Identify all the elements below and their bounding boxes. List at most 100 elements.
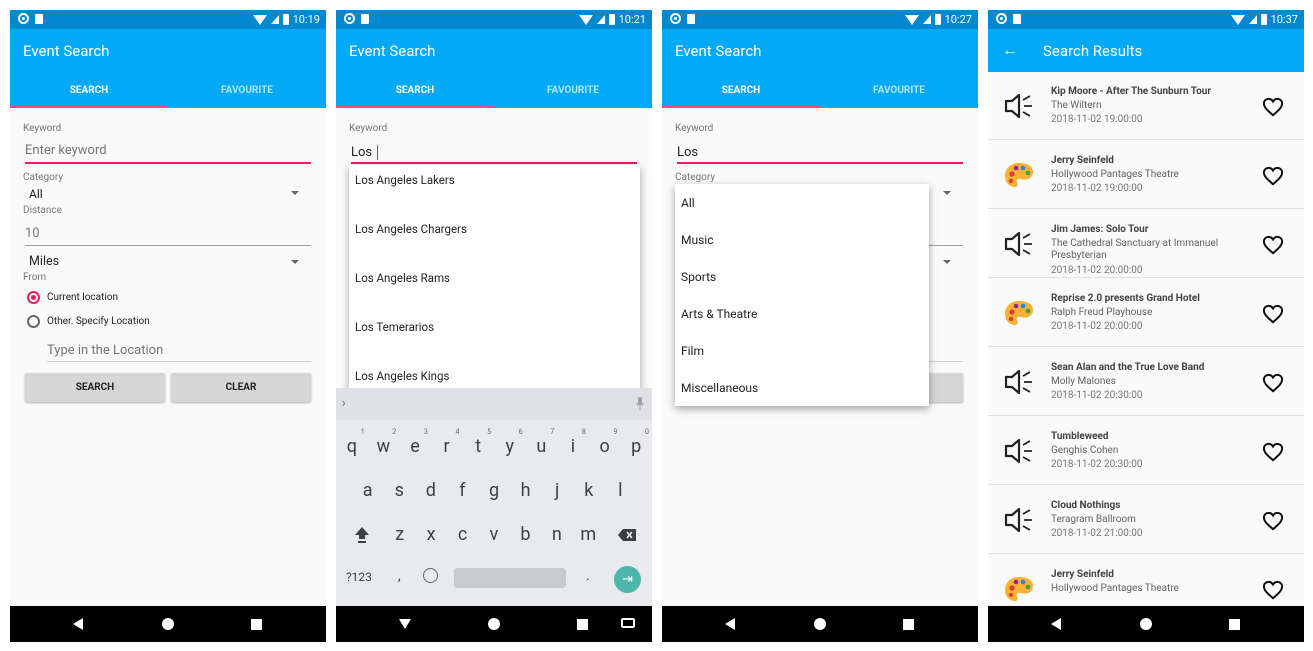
units-select[interactable]: Miles xyxy=(29,254,59,269)
tab-search[interactable]: SEARCH xyxy=(10,85,168,96)
keyboard-suggestion-bar: › xyxy=(336,388,652,420)
recents-icon[interactable] xyxy=(577,619,588,630)
key[interactable]: 4r xyxy=(431,428,463,457)
event-date: 2018-11-02 20:30:00 xyxy=(1051,390,1143,401)
backspace-icon[interactable] xyxy=(618,529,636,541)
key[interactable]: x xyxy=(415,524,446,545)
search-button[interactable]: SEARCH xyxy=(25,373,165,402)
period-key[interactable]: . xyxy=(586,568,590,584)
result-row[interactable]: Tumbleweed Genghis Cohen 2018-11-02 20:30:… xyxy=(988,417,1304,485)
key[interactable]: k xyxy=(573,480,605,501)
keyword-input[interactable]: Los xyxy=(351,145,372,160)
back-icon[interactable] xyxy=(725,618,735,630)
key[interactable]: z xyxy=(384,524,415,545)
category-option[interactable]: Music xyxy=(681,233,713,247)
key[interactable]: 9o xyxy=(589,428,621,457)
tab-bar: SEARCH FAVOURITE xyxy=(10,72,326,108)
location-input[interactable] xyxy=(47,343,311,358)
keyboard-switch-icon[interactable] xyxy=(621,618,635,628)
comma-key[interactable]: , xyxy=(398,568,401,584)
result-row[interactable]: Sean Alan and the True Love Band Molly Ma… xyxy=(988,348,1304,416)
shift-icon[interactable] xyxy=(354,526,370,544)
recents-icon[interactable] xyxy=(251,619,262,630)
favorite-heart-icon[interactable] xyxy=(1262,97,1284,117)
other-location-radio[interactable] xyxy=(27,315,40,328)
distance-input[interactable] xyxy=(25,226,311,241)
autocomplete-item[interactable]: Los Angeles Rams xyxy=(355,271,450,285)
tab-favourite[interactable]: FAVOURITE xyxy=(168,85,326,96)
back-arrow-icon[interactable]: ← xyxy=(1002,40,1018,60)
home-icon[interactable] xyxy=(488,618,500,630)
back-icon[interactable] xyxy=(73,618,83,630)
current-location-radio[interactable] xyxy=(27,291,40,304)
key[interactable]: 2w xyxy=(368,428,400,457)
favorite-heart-icon[interactable] xyxy=(1262,511,1284,531)
app-bar: Event Search xyxy=(662,29,978,72)
space-bar[interactable] xyxy=(454,568,566,588)
favorite-heart-icon[interactable] xyxy=(1262,442,1284,462)
tab-search[interactable]: SEARCH xyxy=(662,85,820,96)
tab-favourite[interactable]: FAVOURITE xyxy=(494,85,652,96)
key[interactable]: 8i xyxy=(557,428,589,457)
key[interactable]: v xyxy=(478,524,509,545)
category-option[interactable]: Miscellaneous xyxy=(681,381,758,395)
key[interactable]: s xyxy=(383,480,415,501)
chevron-right-icon[interactable]: › xyxy=(342,396,346,410)
autocomplete-dropdown: Los Angeles Lakers Los Angeles Chargers … xyxy=(349,165,640,389)
key[interactable]: d xyxy=(415,480,447,501)
category-option[interactable]: Sports xyxy=(681,270,716,284)
key[interactable]: 1q xyxy=(336,428,368,457)
result-row[interactable]: Jim James: Solo Tour The Cathedral Sanctu… xyxy=(988,210,1304,278)
key[interactable]: g xyxy=(478,480,510,501)
favorite-heart-icon[interactable] xyxy=(1262,304,1284,324)
result-row[interactable]: Cloud Nothings Teragram Ballroom 2018-11-0… xyxy=(988,486,1304,554)
key[interactable]: j xyxy=(541,480,573,501)
emoji-icon[interactable] xyxy=(423,568,438,583)
home-icon[interactable] xyxy=(162,618,174,630)
autocomplete-item[interactable]: Los Angeles Lakers xyxy=(355,173,455,187)
key[interactable]: 6y xyxy=(494,428,526,457)
key[interactable]: c xyxy=(447,524,478,545)
favorite-heart-icon[interactable] xyxy=(1262,580,1284,600)
next-key-icon[interactable]: ⇥ xyxy=(614,566,641,593)
key[interactable]: l xyxy=(605,480,637,501)
category-select[interactable]: All xyxy=(29,187,43,201)
back-icon[interactable] xyxy=(1051,618,1061,630)
key[interactable]: f xyxy=(447,480,479,501)
autocomplete-item[interactable]: Los Angeles Kings xyxy=(355,369,449,383)
home-icon[interactable] xyxy=(814,618,826,630)
clear-button[interactable]: CLEAR xyxy=(171,373,311,402)
navigation-bar xyxy=(662,606,978,642)
category-option[interactable]: All xyxy=(681,196,695,210)
autocomplete-item[interactable]: Los Angeles Chargers xyxy=(355,222,467,236)
result-row[interactable]: Jerry Seinfeld Hollywood Pantages Theatre… xyxy=(988,141,1304,209)
microphone-icon[interactable] xyxy=(636,397,644,411)
favorite-heart-icon[interactable] xyxy=(1262,373,1284,393)
hide-keyboard-icon[interactable] xyxy=(399,619,411,629)
key[interactable]: a xyxy=(352,480,384,501)
keyboard-row-2: a s d f g h j k l xyxy=(336,480,652,501)
keyword-input[interactable] xyxy=(25,143,311,158)
key[interactable]: 5t xyxy=(462,428,494,457)
key[interactable]: 3e xyxy=(399,428,431,457)
recents-icon[interactable] xyxy=(903,619,914,630)
category-option[interactable]: Film xyxy=(681,344,704,358)
key[interactable]: m xyxy=(573,524,604,545)
category-option[interactable]: Arts & Theatre xyxy=(681,307,757,321)
home-icon[interactable] xyxy=(1140,618,1152,630)
favorite-heart-icon[interactable] xyxy=(1262,235,1284,255)
result-row[interactable]: Kip Moore - After The Sunburn Tour The Wi… xyxy=(988,72,1304,140)
favorite-heart-icon[interactable] xyxy=(1262,166,1284,186)
key[interactable]: 7u xyxy=(526,428,558,457)
key[interactable]: 0p xyxy=(620,428,652,457)
autocomplete-item[interactable]: Los Temerarios xyxy=(355,320,434,334)
key[interactable]: h xyxy=(510,480,542,501)
recents-icon[interactable] xyxy=(1229,619,1240,630)
key[interactable]: b xyxy=(510,524,541,545)
key[interactable]: n xyxy=(541,524,572,545)
tab-favourite[interactable]: FAVOURITE xyxy=(820,85,978,96)
result-row[interactable]: Reprise 2.0 presents Grand Hotel Ralph Fr… xyxy=(988,279,1304,347)
symbols-key[interactable]: ?123 xyxy=(346,570,372,584)
tab-search[interactable]: SEARCH xyxy=(336,85,494,96)
keyword-input[interactable]: Los xyxy=(677,145,698,160)
